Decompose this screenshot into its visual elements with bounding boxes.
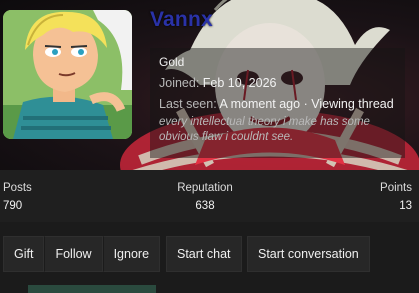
- joined-label: Joined:: [159, 76, 200, 90]
- joined-row: Joined: Feb 10, 2026: [159, 76, 276, 90]
- profile-stats: Posts 790 Reputation 638 Points 13: [0, 170, 419, 222]
- chat-action-group: Start chat: [166, 236, 242, 272]
- stat-posts[interactable]: Posts 790: [3, 182, 32, 212]
- stat-points[interactable]: Points 13: [380, 182, 412, 212]
- last-seen-label: Last seen:: [159, 97, 217, 111]
- last-seen-time: A moment ago: [219, 97, 301, 111]
- profile-actions: Gift Follow Ignore Start chat Start conv…: [0, 222, 419, 293]
- follow-button[interactable]: Follow: [44, 236, 103, 272]
- user-title: Gold: [159, 55, 185, 69]
- member-action-group: Gift Follow Ignore: [3, 236, 161, 272]
- joined-date: Feb 10, 2026: [202, 76, 277, 90]
- stat-reputation[interactable]: Reputation 638: [170, 182, 240, 212]
- stat-points-value: 13: [399, 200, 412, 212]
- avatar-image: [3, 10, 132, 139]
- stat-reputation-label: Reputation: [177, 182, 233, 194]
- stat-reputation-value: 638: [195, 200, 215, 212]
- start-conversation-button[interactable]: Start conversation: [247, 236, 370, 272]
- last-seen-activity-link[interactable]: Viewing thread: [311, 97, 393, 111]
- gift-button[interactable]: Gift: [3, 236, 45, 272]
- avatar[interactable]: [3, 10, 132, 139]
- username[interactable]: Vannx: [150, 8, 213, 32]
- next-item-thumbnail: [28, 285, 156, 293]
- ignore-button[interactable]: Ignore: [102, 236, 161, 272]
- user-signature: every intellectual theory i make has som…: [159, 116, 370, 143]
- start-chat-button[interactable]: Start chat: [166, 236, 242, 272]
- stat-posts-value: 790: [3, 200, 23, 212]
- stat-posts-label: Posts: [3, 182, 32, 194]
- last-seen-row: Last seen: A moment ago · Viewing thread: [159, 97, 394, 111]
- conversation-action-group: Start conversation: [247, 236, 370, 272]
- last-seen-separator: ·: [303, 97, 308, 111]
- stat-points-label: Points: [380, 182, 412, 194]
